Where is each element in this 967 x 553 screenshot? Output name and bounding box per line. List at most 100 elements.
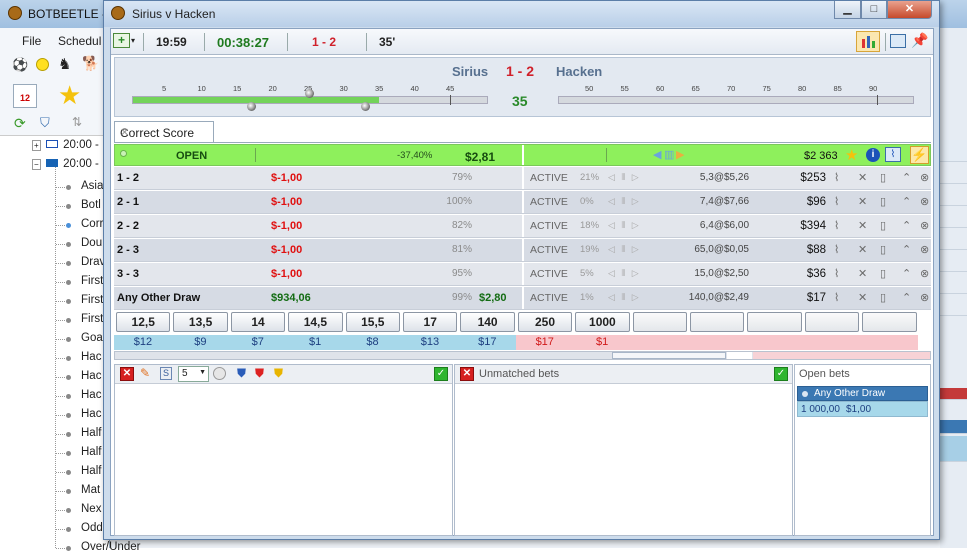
tree-market-item[interactable]: Half	[81, 446, 101, 458]
runner-nav-icons[interactable]: ◁ ⫴ ▷	[608, 196, 641, 207]
runner-nav-icons[interactable]: ◁ ⫴ ▷	[608, 292, 641, 303]
chart-toggle-button[interactable]	[856, 31, 880, 52]
open-bet-detail[interactable]: 1 000,00 $1,00	[797, 401, 928, 417]
graph-icon[interactable]: ⌇	[834, 291, 839, 304]
graph-icon[interactable]: ⌇	[885, 147, 901, 162]
graph-icon[interactable]: ⌇	[834, 243, 839, 256]
runner-row[interactable]: 3 - 3 $-1,00 95% ACTIVE 5% ◁ ⫴ ▷ 15,0@$2,50 $36…	[114, 263, 931, 286]
filter-icon[interactable]: ⛉	[40, 115, 50, 131]
cancel-icon[interactable]: ⊗	[920, 267, 929, 280]
runner-nav-icons[interactable]: ◁ ⫴ ▷	[608, 220, 641, 231]
cancel-unmatched-icon[interactable]: ✕	[460, 367, 474, 381]
minimize-button[interactable]: ▁	[834, 1, 861, 19]
tree-market-item[interactable]: Hac	[81, 408, 101, 420]
ladder-amount[interactable]: $8	[343, 335, 402, 350]
scroll-left-icon[interactable]: ◀	[653, 148, 661, 161]
cancel-icon[interactable]: ⊗	[920, 195, 929, 208]
tennis-icon[interactable]	[36, 58, 49, 71]
cancel-icon[interactable]: ⊗	[920, 243, 929, 256]
runner-row[interactable]: Any Other Draw $934,06 99% $2,80 ACTIVE 1% ◁ ⫴…	[114, 287, 931, 310]
ladder-amount[interactable]: $1	[573, 335, 632, 350]
graph-icon[interactable]: ⌇	[834, 195, 839, 208]
tools-icon[interactable]: ✕	[858, 267, 867, 280]
tools-icon[interactable]: ✕	[858, 195, 867, 208]
expand-icon[interactable]: ⌃	[902, 243, 911, 256]
ladder-scrollbar[interactable]	[114, 351, 931, 360]
shield-yellow-icon[interactable]: ⛊	[274, 366, 283, 381]
tree-market-item[interactable]: First	[81, 313, 103, 325]
tree-market-item[interactable]: Dou	[81, 237, 102, 249]
tree-market-item[interactable]: Odd	[81, 522, 103, 534]
ladder-price-button[interactable]	[690, 312, 745, 332]
maximize-button[interactable]: □	[861, 1, 887, 19]
ladder-price-button[interactable]: 13,5	[173, 312, 228, 332]
lightning-icon[interactable]: ⚡	[910, 146, 929, 164]
tools-icon[interactable]: ✕	[858, 243, 867, 256]
runner-row[interactable]: 2 - 3 $-1,00 81% ACTIVE 19% ◁ ⫴ ▷ 65,0@$0,05 $8…	[114, 239, 931, 262]
runner-nav-icons[interactable]: ◁ ⫴ ▷	[608, 244, 641, 255]
tree-market-item[interactable]: Over/Under	[81, 541, 140, 553]
ladder-icon[interactable]: ▯	[880, 171, 886, 184]
cancel-all-icon[interactable]: ✕	[120, 367, 134, 381]
tree-market-item[interactable]: Mat	[81, 484, 100, 496]
shield-blue-icon[interactable]: ⛊	[237, 366, 246, 381]
favorites-star-icon[interactable]: ★	[58, 80, 81, 111]
ladder-amount[interactable]	[802, 335, 861, 350]
horse-racing-icon[interactable]: ♞	[58, 55, 71, 73]
stake-mode-icon[interactable]: S	[160, 367, 172, 380]
tree-market-item[interactable]: Asia	[81, 180, 103, 192]
tools-icon[interactable]: ✕	[858, 291, 867, 304]
ladder-amount[interactable]	[688, 335, 746, 350]
ladder-amount[interactable]	[630, 335, 689, 350]
expand-icon[interactable]: ⌃	[902, 291, 911, 304]
ladder-icon[interactable]: ▯	[880, 243, 886, 256]
ladder-icon[interactable]: ▯	[880, 195, 886, 208]
tree-market-item[interactable]: Goa	[81, 332, 103, 344]
tree-market-item[interactable]: Hac	[81, 389, 101, 401]
runner-row[interactable]: 2 - 2 $-1,00 82% ACTIVE 18% ◁ ⫴ ▷ 6,4@$6,00 $39…	[114, 215, 931, 238]
tree-event-node[interactable]: + 20:00 -	[32, 139, 99, 151]
confirm-check-icon[interactable]: ✓	[434, 367, 448, 381]
cancel-icon[interactable]: ⊗	[920, 291, 929, 304]
ladder-price-button[interactable]: 15,5	[345, 312, 400, 332]
refresh-icon[interactable]: ⟳	[14, 115, 26, 132]
ladder-price-button[interactable]: 14,5	[288, 312, 343, 332]
market-window-titlebar[interactable]: Sirius v Hacken ▁ □ ✕	[104, 1, 939, 27]
tree-market-item[interactable]: Botl	[81, 199, 101, 211]
runner-row[interactable]: 2 - 1 $-1,00 100% ACTIVE 0% ◁ ⫴ ▷ 7,4@$7,66 $96…	[114, 191, 931, 214]
ladder-amount[interactable]: $1	[286, 335, 345, 350]
ladder-amount[interactable]	[745, 335, 804, 350]
chevron-down-icon[interactable]: ▾	[131, 36, 135, 45]
ladder-amount[interactable]: $17	[515, 335, 574, 350]
ladder-icon[interactable]: ▯	[880, 219, 886, 232]
hammer-icon[interactable]: ✎	[140, 366, 150, 380]
cancel-icon[interactable]: ⊗	[920, 219, 929, 232]
graph-icon[interactable]: ⌇	[834, 171, 839, 184]
tree-market-item[interactable]: Half	[81, 427, 101, 439]
ladder-amount[interactable]	[860, 335, 919, 350]
cancel-icon[interactable]: ⊗	[920, 171, 929, 184]
ladder-price-button[interactable]	[862, 312, 917, 332]
ladder-icon[interactable]: ▯	[880, 291, 886, 304]
ladder-scroll-thumb[interactable]	[612, 352, 726, 359]
ladder-price-button[interactable]	[632, 312, 687, 332]
stake-select[interactable]: 5 ▼	[178, 366, 209, 382]
new-window-icon[interactable]	[890, 34, 906, 48]
scroll-right-icon[interactable]: ▶	[676, 148, 684, 161]
pin-icon[interactable]: 📌	[911, 32, 928, 49]
ladder-price-button[interactable]: 1000	[575, 312, 630, 332]
bars-icon[interactable]: ▥	[664, 148, 674, 161]
add-window-icon[interactable]: +	[113, 33, 130, 48]
expand-icon[interactable]: ⌃	[902, 171, 911, 184]
tree-event-node[interactable]: − 20:00 -	[32, 158, 99, 170]
tab-close-icon[interactable]: ✕	[120, 126, 208, 139]
info-icon[interactable]: i	[866, 148, 880, 162]
graph-icon[interactable]: ⌇	[834, 219, 839, 232]
runner-nav-icons[interactable]: ◁ ⫴ ▷	[608, 268, 641, 279]
menu-file[interactable]: File	[22, 34, 41, 48]
confirm-unmatched-icon[interactable]: ✓	[774, 367, 788, 381]
ladder-price-button[interactable]: 140	[460, 312, 515, 332]
soccer-icon[interactable]: ⚽	[12, 57, 28, 73]
tree-market-item[interactable]: Hac	[81, 351, 101, 363]
shield-red-icon[interactable]: ⛊	[255, 366, 264, 381]
